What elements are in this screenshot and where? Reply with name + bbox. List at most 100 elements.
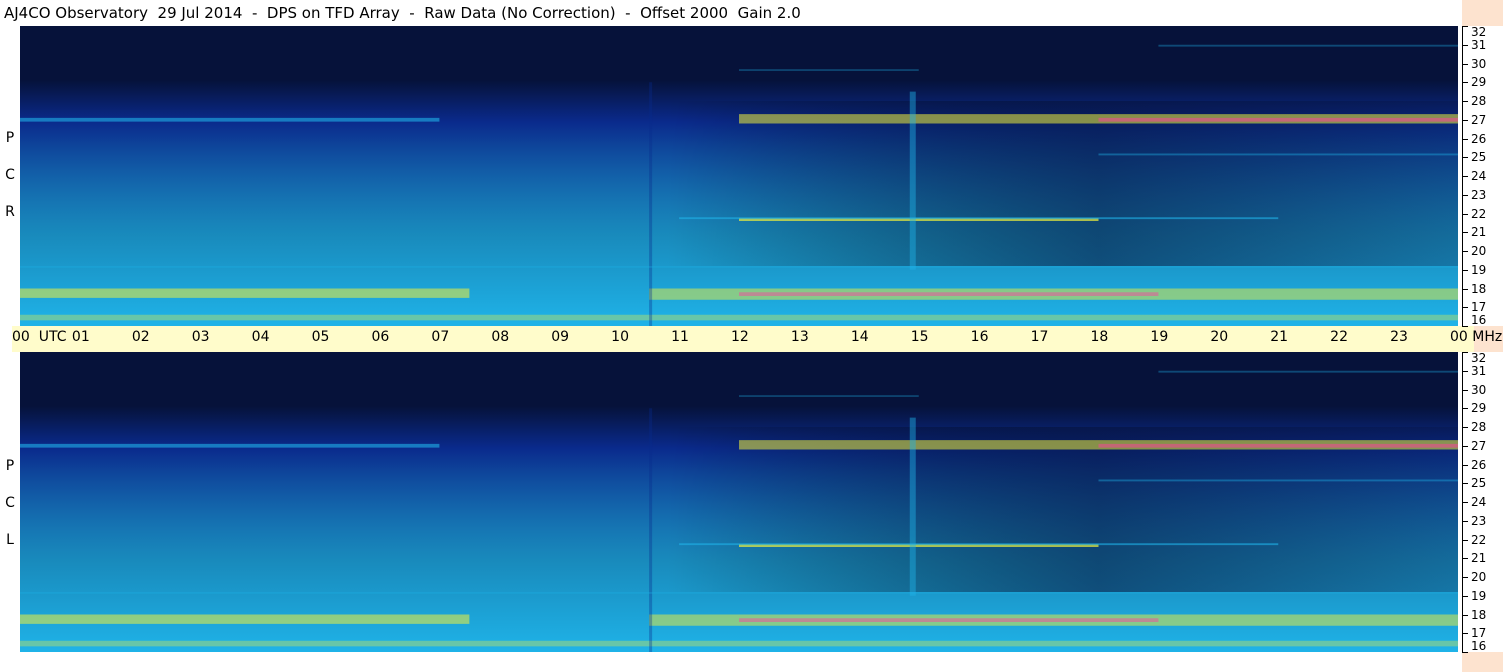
band-16mhz <box>20 640 1458 647</box>
freq-tick-label: 23 <box>1471 513 1487 528</box>
band-16mhz <box>20 314 1458 321</box>
freq-tick-label: 19 <box>1471 588 1487 603</box>
band-18mhz-peak <box>739 618 1159 622</box>
rcp-label-p: P <box>5 130 15 146</box>
freq-tick-label: 32 <box>1471 351 1487 365</box>
freq-tick-mark <box>1462 326 1468 327</box>
time-tick-17: 17 <box>1030 329 1049 345</box>
lcp-frequency-axis: 32 31 30 29 28 27 26 25 24 23 22 21 20 19 18 17 16 <box>1462 351 1503 653</box>
freq-tick-label: 19 <box>1471 262 1487 277</box>
time-tick-4: 04 <box>251 329 270 345</box>
time-tick-23: 23 <box>1390 329 1408 345</box>
freq-tick-label: 17 <box>1471 626 1487 641</box>
time-tick-12: 12 <box>731 329 749 345</box>
freq-tick-label: 17 <box>1471 300 1487 315</box>
freq-tick-label: 27 <box>1471 112 1487 127</box>
freq-tick-mark <box>1462 652 1468 653</box>
freq-tick-label: 22 <box>1471 206 1487 221</box>
lcp-label-l: L <box>6 532 14 548</box>
band-18mhz-peak <box>739 292 1159 296</box>
time-tick-6: 06 <box>371 329 390 345</box>
freq-tick-label: 16 <box>1471 313 1487 327</box>
line-29mhz <box>739 395 919 397</box>
time-tick-11: 11 <box>671 329 689 345</box>
spectrogram-shade <box>20 427 1458 592</box>
line-29mhz <box>739 69 919 71</box>
band-27mhz-peak <box>1098 117 1458 122</box>
freq-axis-line <box>1462 26 1463 326</box>
line-31mhz <box>1158 370 1458 373</box>
time-tick-21: 21 <box>1270 329 1289 345</box>
time-tick-9: 09 <box>551 329 570 345</box>
freq-tick-label: 23 <box>1471 187 1487 202</box>
freq-tick-label: 21 <box>1471 225 1487 240</box>
spectrogram-shade <box>20 101 1458 266</box>
band-27mhz-early <box>20 117 440 122</box>
freq-tick-label: 29 <box>1471 401 1487 416</box>
lcp-label-p: P <box>5 458 15 474</box>
rcp-label-r: R <box>5 204 15 220</box>
line-25mhz <box>1098 153 1458 156</box>
spike-10.5utc <box>649 82 653 326</box>
freq-tick-label: 20 <box>1471 244 1487 258</box>
line-19mhz <box>20 266 1458 268</box>
freq-tick-label: 29 <box>1471 75 1487 90</box>
time-tick-3: 03 <box>191 329 210 345</box>
freq-tick-label: 25 <box>1471 476 1487 491</box>
rcp-frequency-axis: 32 31 30 29 28 27 26 25 24 23 22 21 20 19 18 17 16 <box>1462 25 1503 327</box>
freq-tick-label: 31 <box>1471 363 1487 378</box>
lcp-spectrogram <box>20 352 1458 652</box>
time-tick-14: 14 <box>850 329 869 345</box>
freq-tick-label: 18 <box>1471 281 1487 296</box>
line-25mhz <box>1098 479 1458 482</box>
spike-10.5utc <box>649 408 653 652</box>
freq-tick-label: 31 <box>1471 37 1487 52</box>
time-tick-2: 02 <box>131 329 150 345</box>
freq-tick-label: 25 <box>1471 150 1487 165</box>
freq-tick-label: 27 <box>1471 438 1487 453</box>
time-tick-19: 19 <box>1150 329 1169 345</box>
freq-tick-label: 30 <box>1471 382 1487 397</box>
rcp-label: P C R <box>0 120 20 231</box>
time-tick-13: 13 <box>790 329 809 345</box>
band-18mhz-a <box>20 288 470 298</box>
time-tick-15: 15 <box>910 329 929 345</box>
freq-tick-label: 21 <box>1471 551 1487 566</box>
lcp-spectrogram-svg <box>20 352 1458 652</box>
freq-tick-label: 20 <box>1471 570 1487 584</box>
freq-tick-label: 22 <box>1471 532 1487 547</box>
chart-title: AJ4CO Observatory 29 Jul 2014 - DPS on T… <box>4 4 801 22</box>
freq-axis-line <box>1462 352 1463 652</box>
line-19mhz <box>20 592 1458 594</box>
time-tick-0: 00 UTC <box>12 329 67 345</box>
line-31mhz <box>1158 44 1458 47</box>
freq-tick-label: 18 <box>1471 607 1487 622</box>
time-tick-18: 18 <box>1090 329 1109 345</box>
time-tick-8: 08 <box>491 329 510 345</box>
freq-tick-label: 26 <box>1471 457 1487 472</box>
rcp-label-c: C <box>5 167 15 183</box>
rcp-spectrogram-svg <box>20 26 1458 326</box>
freq-tick-label: 28 <box>1471 420 1487 434</box>
band-22mhz-b <box>679 217 1279 220</box>
time-tick-10: 10 <box>611 329 629 345</box>
freq-tick-label: 26 <box>1471 131 1487 146</box>
band-18mhz-a <box>20 614 470 624</box>
freq-tick-label: 24 <box>1471 495 1487 509</box>
freq-tick-label: 32 <box>1471 25 1487 39</box>
spike-15utc <box>909 91 916 270</box>
rcp-spectrogram <box>20 26 1458 326</box>
time-tick-24: 00 MHz <box>1450 329 1503 345</box>
time-tick-20: 20 <box>1210 329 1229 345</box>
spike-15utc <box>909 417 916 596</box>
time-tick-5: 05 <box>311 329 330 345</box>
lcp-label-c: C <box>5 495 15 511</box>
time-tick-22: 22 <box>1330 329 1348 345</box>
time-axis: 00 UTC 01 02 03 04 05 06 07 08 09 10 11 12 13 14 15 16 17… <box>12 326 1502 352</box>
time-tick-1: 01 <box>71 329 90 345</box>
band-22mhz-b <box>679 543 1279 546</box>
lcp-label: P C L <box>0 448 20 559</box>
band-27mhz-peak <box>1098 443 1458 448</box>
freq-tick-label: 28 <box>1471 94 1487 108</box>
time-tick-16: 16 <box>970 329 989 345</box>
